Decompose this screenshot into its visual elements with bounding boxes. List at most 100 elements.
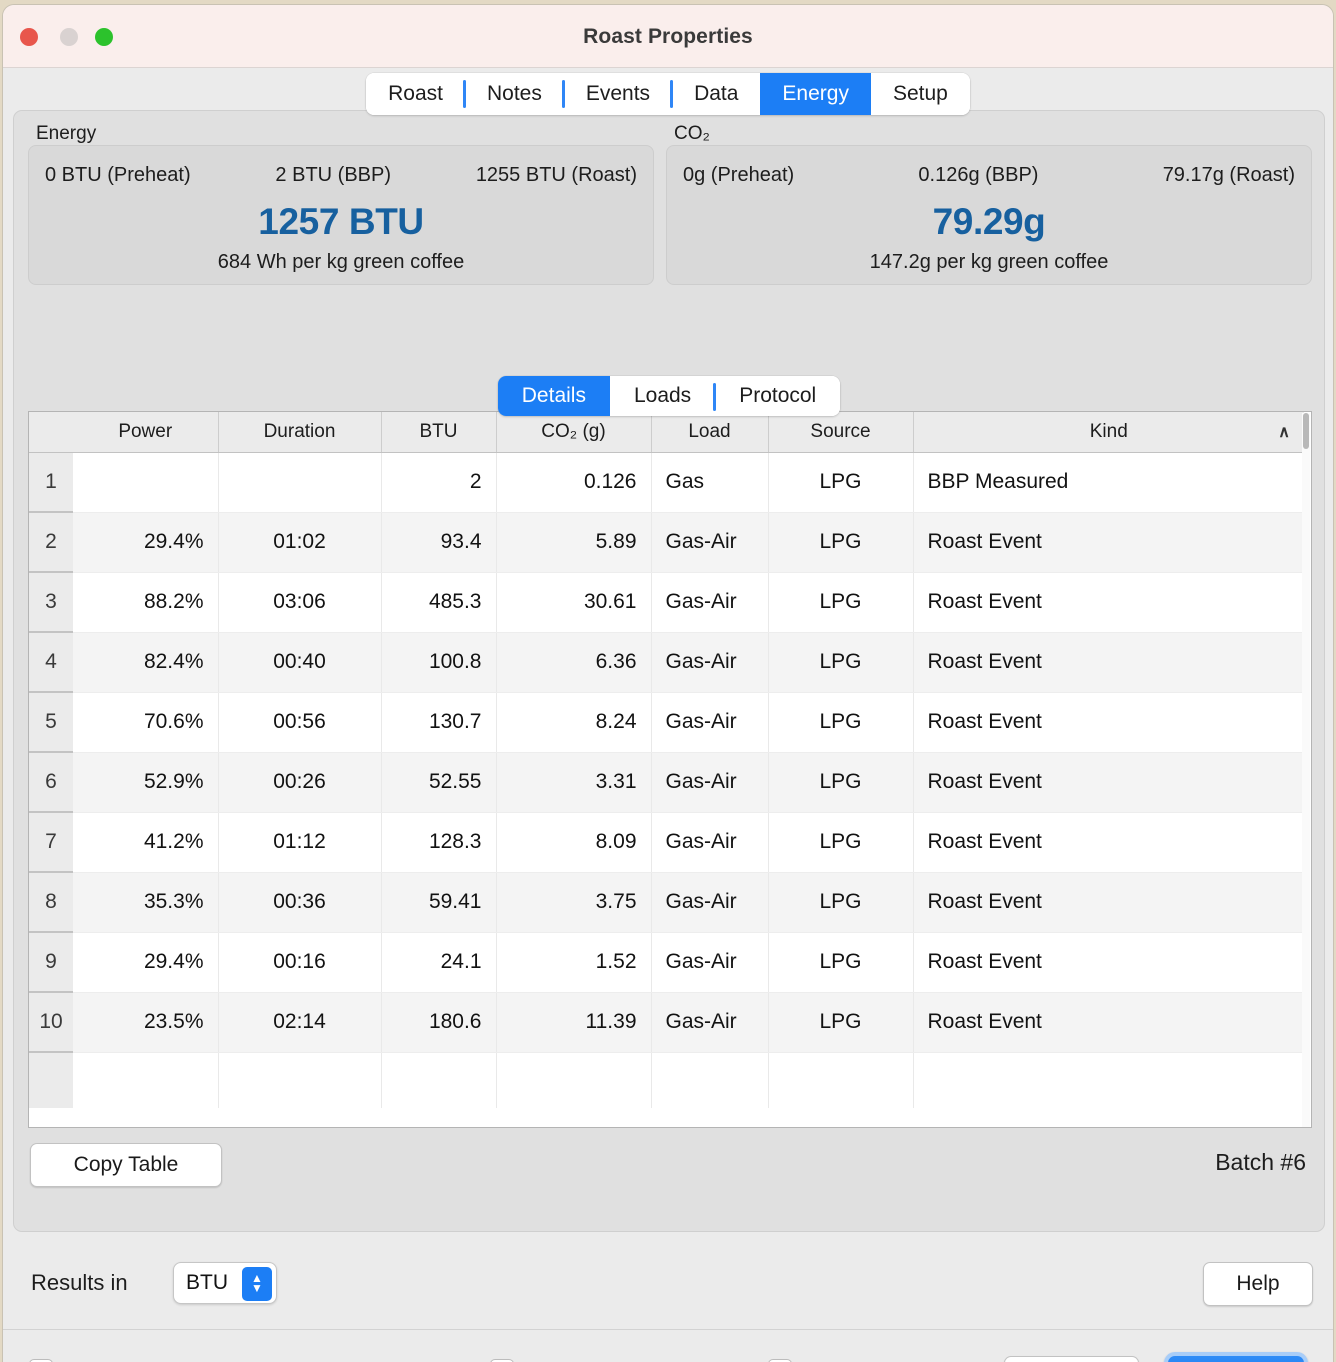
- close-window-icon[interactable]: [20, 28, 38, 46]
- row-number[interactable]: 2: [29, 512, 73, 573]
- cell-load[interactable]: Gas-Air: [651, 692, 769, 753]
- cell-kind[interactable]: Roast Event: [913, 932, 1305, 993]
- cancel-button[interactable]: Cancel: [1004, 1356, 1139, 1362]
- cell-kind[interactable]: Roast Event: [913, 752, 1305, 813]
- tab-energy[interactable]: Energy: [760, 73, 871, 115]
- cell-power[interactable]: 29.4%: [73, 512, 219, 573]
- cell-power[interactable]: 88.2%: [73, 572, 219, 633]
- column-header-power[interactable]: Power: [73, 412, 219, 453]
- column-header-co2[interactable]: CO₂ (g): [496, 412, 652, 453]
- chevron-updown-icon[interactable]: ▲ ▼: [242, 1267, 272, 1301]
- cell-kind[interactable]: BBP Measured: [913, 452, 1305, 513]
- row-number[interactable]: 8: [29, 872, 73, 933]
- row-number[interactable]: 3: [29, 572, 73, 633]
- cell-source[interactable]: LPG: [768, 572, 914, 633]
- cell-co2[interactable]: 30.61: [496, 572, 652, 633]
- cell-source[interactable]: LPG: [768, 812, 914, 873]
- cell-btu[interactable]: 130.7: [381, 692, 497, 753]
- cell-kind[interactable]: Roast Event: [913, 812, 1305, 873]
- cell-kind[interactable]: Roast Event: [913, 692, 1305, 753]
- cell-source[interactable]: LPG: [768, 512, 914, 573]
- cell-load[interactable]: Gas-Air: [651, 572, 769, 633]
- cell-source[interactable]: LPG: [768, 872, 914, 933]
- cell-power[interactable]: 41.2%: [73, 812, 219, 873]
- cell-power[interactable]: 23.5%: [73, 992, 219, 1053]
- cell-btu[interactable]: 128.3: [381, 812, 497, 873]
- cell-kind[interactable]: Roast Event: [913, 572, 1305, 633]
- row-number[interactable]: 9: [29, 932, 73, 993]
- cell-load[interactable]: Gas-Air: [651, 632, 769, 693]
- subtab-details[interactable]: Details: [497, 376, 610, 416]
- help-button[interactable]: Help: [1203, 1262, 1313, 1306]
- column-header-load[interactable]: Load: [651, 412, 769, 453]
- copy-table-button[interactable]: Copy Table: [30, 1143, 222, 1187]
- tab-data[interactable]: Data: [670, 73, 761, 115]
- cell-kind[interactable]: Roast Event: [913, 632, 1305, 693]
- scrollbar-thumb[interactable]: [1303, 413, 1309, 449]
- cell-co2[interactable]: 11.39: [496, 992, 652, 1053]
- table-row[interactable]: 1 2 0.126 Gas LPG BBP Measured: [29, 452, 1305, 513]
- cell-btu[interactable]: 24.1: [381, 932, 497, 993]
- minimize-window-icon[interactable]: [60, 28, 78, 46]
- cell-load[interactable]: Gas-Air: [651, 752, 769, 813]
- cell-duration[interactable]: 00:26: [218, 752, 382, 813]
- subtab-protocol[interactable]: Protocol: [713, 376, 841, 416]
- results-unit-select[interactable]: BTU ▲ ▼: [173, 1262, 277, 1304]
- cell-duration[interactable]: 03:06: [218, 572, 382, 633]
- table-row[interactable]: 8 35.3% 00:36 59.41 3.75 Gas-Air LPG Roast Even…: [29, 872, 1305, 933]
- cell-source[interactable]: LPG: [768, 932, 914, 993]
- row-number[interactable]: 10: [29, 992, 73, 1053]
- column-header-kind[interactable]: Kind ∧: [913, 412, 1304, 453]
- table-row[interactable]: 5 70.6% 00:56 130.7 8.24 Gas-Air LPG Roast Even…: [29, 692, 1305, 753]
- tab-notes[interactable]: Notes: [463, 73, 564, 115]
- energy-details-table[interactable]: Power Duration BTU CO₂ (g) Load Source K…: [28, 411, 1312, 1128]
- cell-co2[interactable]: 8.09: [496, 812, 652, 873]
- table-row[interactable]: 3 88.2% 03:06 485.3 30.61 Gas-Air LPG Roast Eve…: [29, 572, 1305, 633]
- cell-co2[interactable]: 3.75: [496, 872, 652, 933]
- column-header-source[interactable]: Source: [768, 412, 914, 453]
- tab-events[interactable]: Events: [561, 73, 673, 115]
- cell-power[interactable]: 29.4%: [73, 932, 219, 993]
- cell-co2[interactable]: 8.24: [496, 692, 652, 753]
- cell-btu[interactable]: 2: [381, 452, 497, 513]
- cell-co2[interactable]: 6.36: [496, 632, 652, 693]
- table-row[interactable]: 6 52.9% 00:26 52.55 3.31 Gas-Air LPG Roast Even…: [29, 752, 1305, 813]
- cell-load[interactable]: Gas-Air: [651, 872, 769, 933]
- cell-co2[interactable]: 0.126: [496, 452, 652, 513]
- cell-load[interactable]: Gas: [651, 452, 769, 513]
- cell-load[interactable]: Gas-Air: [651, 812, 769, 873]
- cell-kind[interactable]: Roast Event: [913, 872, 1305, 933]
- cell-duration[interactable]: [218, 452, 382, 513]
- cell-duration[interactable]: 00:40: [218, 632, 382, 693]
- table-row[interactable]: 9 29.4% 00:16 24.1 1.52 Gas-Air LPG Roast Event: [29, 932, 1305, 993]
- row-number[interactable]: 6: [29, 752, 73, 813]
- cell-duration[interactable]: 00:16: [218, 932, 382, 993]
- cell-btu[interactable]: 100.8: [381, 632, 497, 693]
- cell-duration[interactable]: 01:12: [218, 812, 382, 873]
- cell-load[interactable]: Gas-Air: [651, 512, 769, 573]
- row-number[interactable]: 7: [29, 812, 73, 873]
- cell-power[interactable]: [73, 452, 219, 513]
- cell-source[interactable]: LPG: [768, 752, 914, 813]
- tab-roast[interactable]: Roast: [366, 73, 465, 115]
- table-row[interactable]: 4 82.4% 00:40 100.8 6.36 Gas-Air LPG Roast Even…: [29, 632, 1305, 693]
- open-on-charge-checkbox-row[interactable]: Open on CHARGE: [490, 1358, 710, 1362]
- row-number[interactable]: 5: [29, 692, 73, 753]
- cell-source[interactable]: LPG: [768, 452, 914, 513]
- cell-load[interactable]: Gas-Air: [651, 932, 769, 993]
- cell-duration[interactable]: 00:36: [218, 872, 382, 933]
- open-on-drop-checkbox-row[interactable]: Open on DROP: [768, 1358, 957, 1362]
- column-header-duration[interactable]: Duration: [218, 412, 382, 453]
- column-header-btu[interactable]: BTU: [381, 412, 497, 453]
- cell-power[interactable]: 70.6%: [73, 692, 219, 753]
- cell-btu[interactable]: 59.41: [381, 872, 497, 933]
- cell-kind[interactable]: Roast Event: [913, 512, 1305, 573]
- cell-source[interactable]: LPG: [768, 992, 914, 1053]
- cell-btu[interactable]: 180.6: [381, 992, 497, 1053]
- cell-duration[interactable]: 00:56: [218, 692, 382, 753]
- cell-btu[interactable]: 485.3: [381, 572, 497, 633]
- cell-co2[interactable]: 5.89: [496, 512, 652, 573]
- cell-power[interactable]: 35.3%: [73, 872, 219, 933]
- cell-kind[interactable]: Roast Event: [913, 992, 1305, 1053]
- row-number[interactable]: 1: [29, 452, 73, 513]
